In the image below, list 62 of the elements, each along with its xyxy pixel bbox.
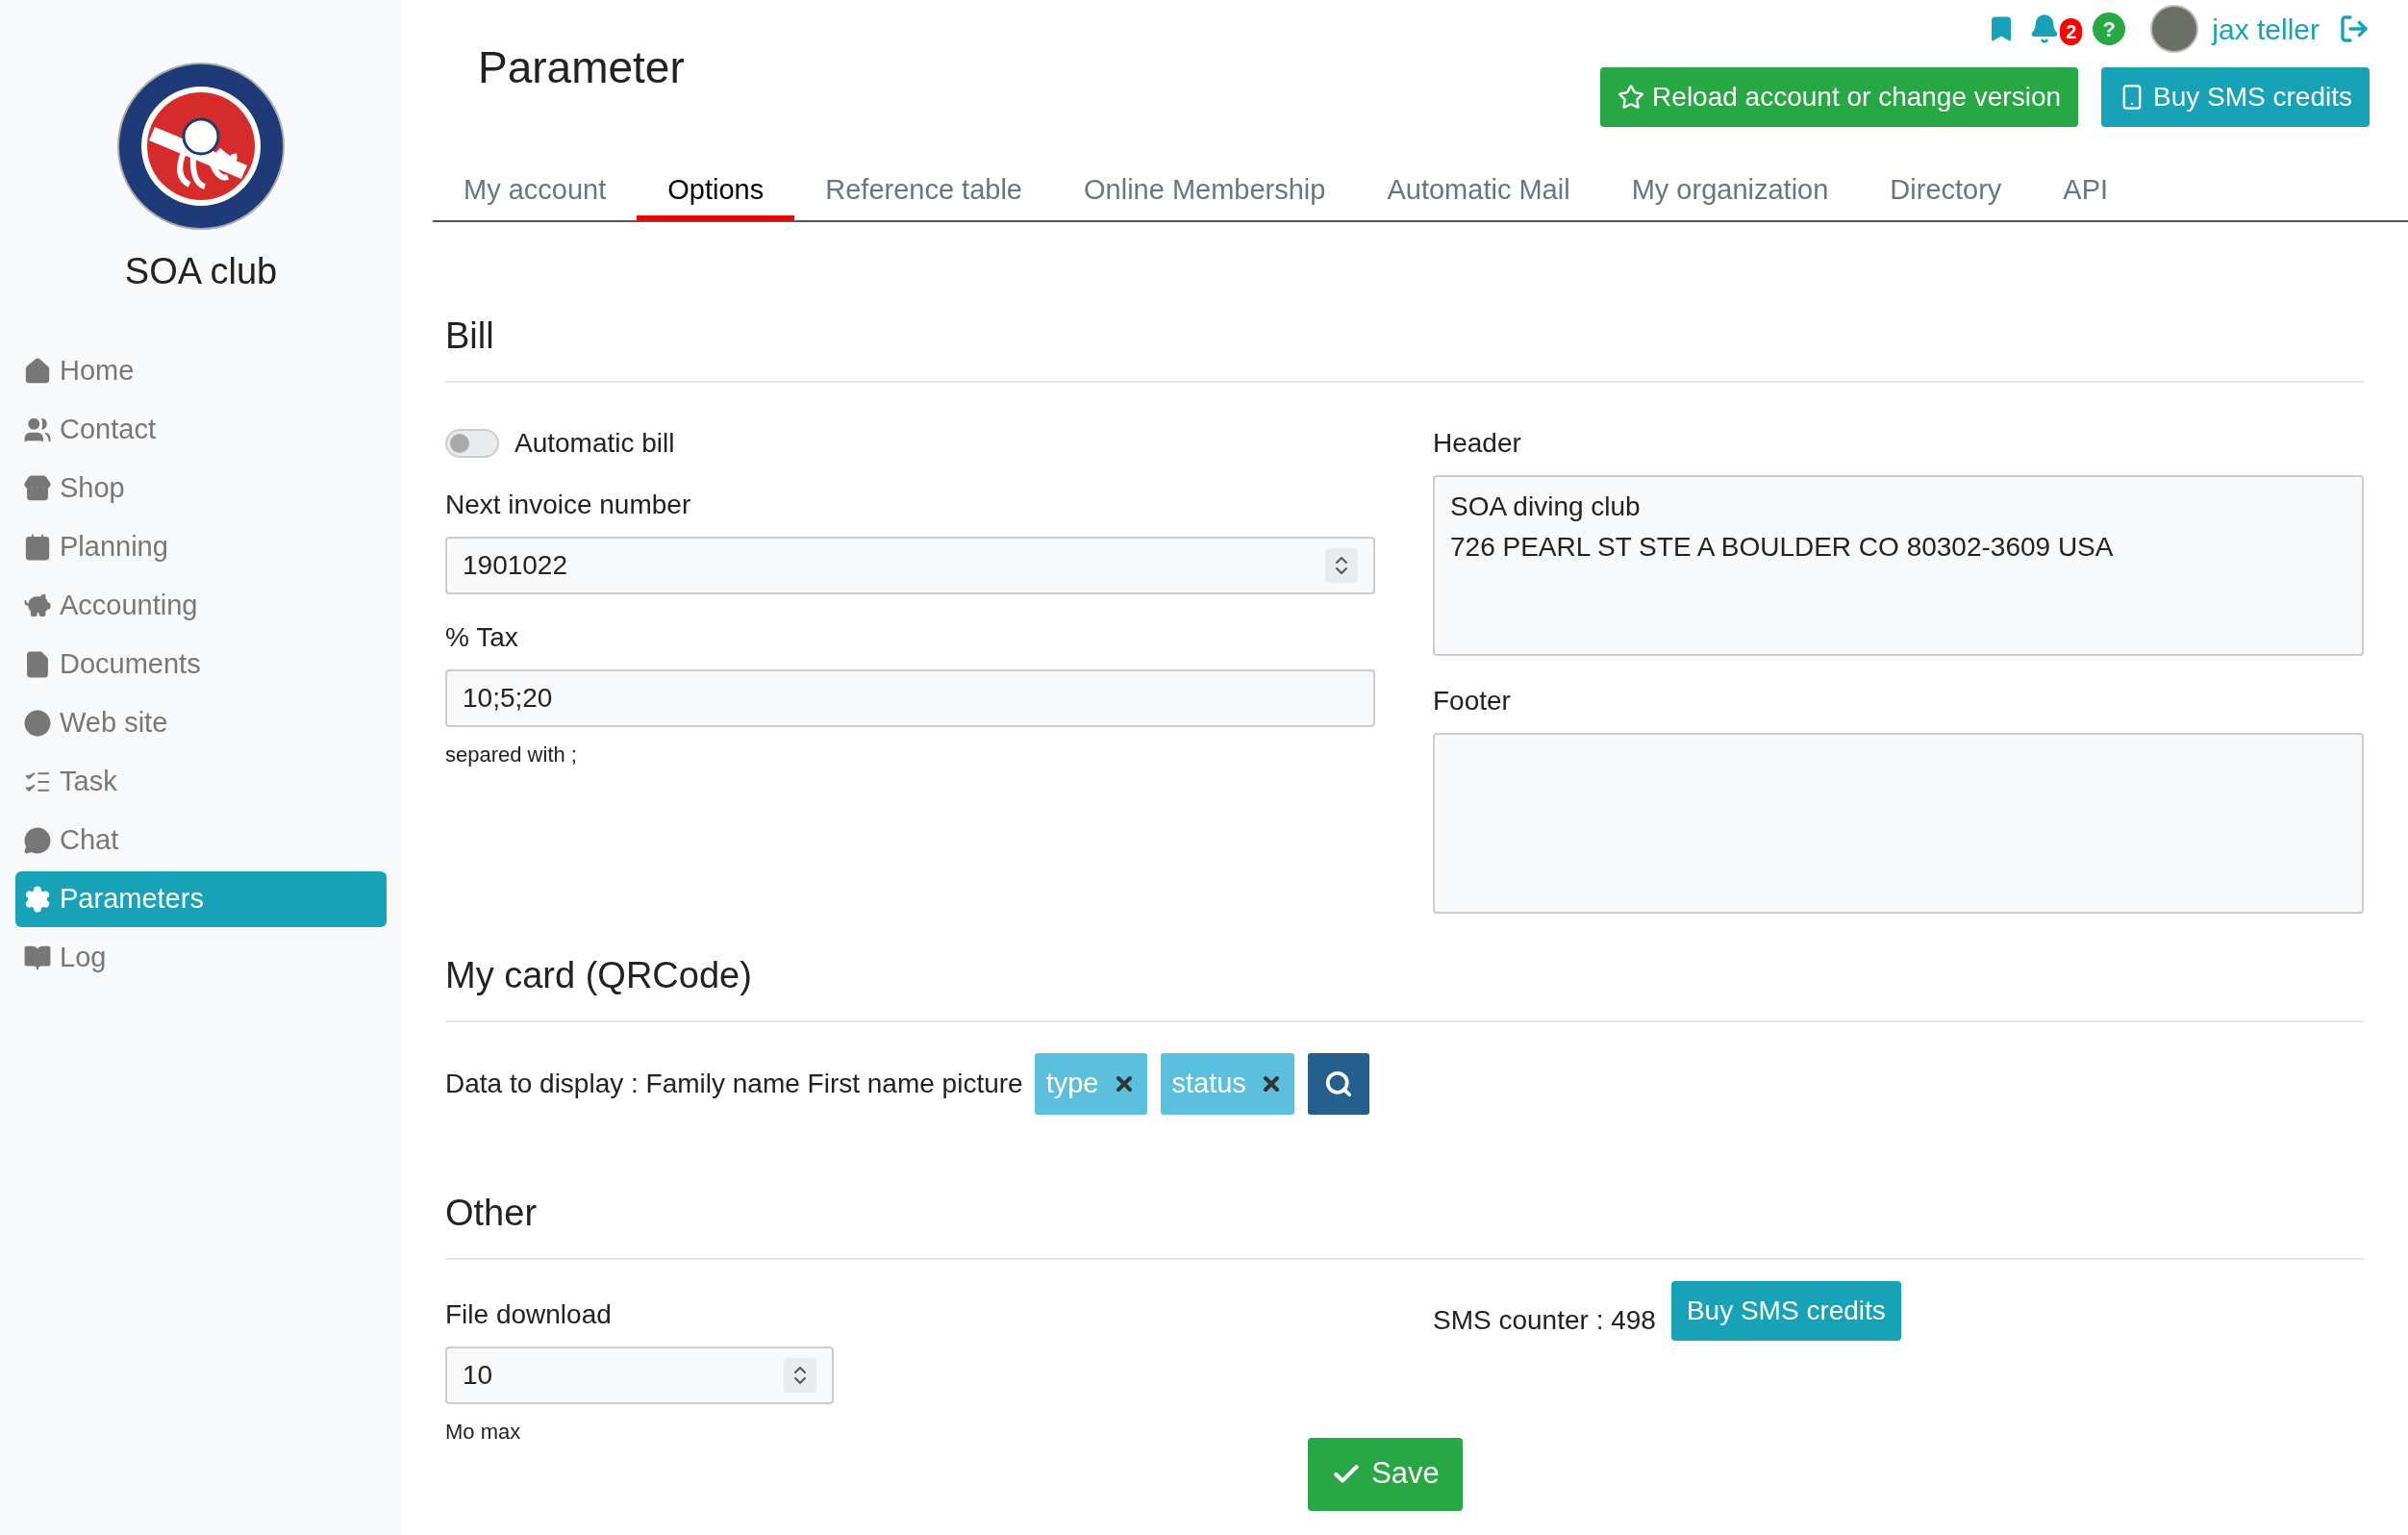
club-name: SOA club	[124, 250, 278, 293]
number-field[interactable]: 10	[445, 1346, 834, 1404]
sidebar-item[interactable]: Accounting	[15, 578, 387, 634]
tab[interactable]: My organization	[1600, 169, 1860, 220]
tag: status	[1160, 1052, 1294, 1115]
notification-badge: 2	[2060, 18, 2083, 45]
book-icon	[23, 944, 52, 972]
save-button[interactable]: Save	[1308, 1437, 1463, 1511]
tab[interactable]: Options	[637, 169, 795, 220]
field-hint: Mo max	[445, 1418, 521, 1446]
section-heading: Bill	[445, 314, 495, 358]
home-icon	[23, 357, 52, 386]
calendar-icon	[23, 533, 52, 562]
buy-sms-button[interactable]: Buy SMS credits	[1670, 1280, 1901, 1341]
tab[interactable]: Directory	[1859, 169, 2033, 220]
text-field[interactable]: 10;5;20	[445, 668, 1375, 727]
field-hint: separed with ;	[445, 741, 578, 768]
header-textarea[interactable]: SOA diving club 726 PEARL ST STE A BOULDER CO 80302-3609 USA	[1433, 474, 2364, 656]
user-avatar[interactable]	[2150, 5, 2199, 53]
spinner-icon[interactable]	[784, 1357, 816, 1393]
field-label: % Tax	[445, 620, 519, 654]
tab[interactable]: Reference table	[794, 169, 1053, 220]
toggle-label: Automatic bill	[514, 426, 675, 460]
field-label: Header	[1433, 426, 1522, 460]
sidebar-item[interactable]: Documents	[15, 637, 387, 692]
page-title: Parameter	[478, 41, 685, 94]
sidebar-item[interactable]: Log	[15, 930, 387, 986]
sidebar-item[interactable]: Task	[15, 754, 387, 810]
sidebar-item[interactable]: Shop	[15, 461, 387, 516]
section-heading: Other	[445, 1191, 539, 1235]
sidebar-item[interactable]: Planning	[15, 519, 387, 575]
section-heading: My card (QRCode)	[445, 953, 753, 997]
tab[interactable]: My account	[433, 169, 638, 220]
tab[interactable]: API	[2032, 169, 2140, 220]
sidebar-item[interactable]: Web site	[15, 695, 387, 751]
toggle-switch[interactable]	[445, 428, 499, 458]
store-icon	[23, 474, 52, 503]
settings-icon	[23, 885, 52, 914]
sms-counter: SMS counter : 498	[1433, 1303, 1656, 1337]
spinner-icon[interactable]	[1325, 547, 1358, 583]
user-name[interactable]: jax teller	[2212, 7, 2320, 51]
tab[interactable]: Online Membership	[1053, 169, 1357, 220]
search-icon	[1323, 1069, 1353, 1098]
tab[interactable]: Automatic Mail	[1356, 169, 1601, 220]
number-field[interactable]: 1901022	[445, 536, 1375, 594]
tag: type	[1034, 1052, 1147, 1115]
buy-sms-button[interactable]: Buy SMS credits	[2101, 67, 2370, 127]
field-label: Footer	[1433, 684, 1512, 717]
data-display-label: Data to display : Family name First name picture	[445, 1067, 1023, 1100]
users-icon	[23, 415, 52, 444]
help-badge[interactable]: ?	[2093, 13, 2126, 45]
star-icon	[1618, 84, 1645, 111]
search-button[interactable]	[1307, 1052, 1369, 1115]
sidebar-item[interactable]: Chat	[15, 813, 387, 868]
field-label: File download	[445, 1297, 613, 1331]
sidebar-item[interactable]: Contact	[15, 402, 387, 458]
reload-button[interactable]: Reload account or change version	[1600, 67, 2079, 127]
sidebar-item[interactable]: Home	[15, 343, 387, 399]
field-label: Next invoice number	[445, 488, 692, 521]
logout-icon[interactable]	[2339, 13, 2370, 44]
speech-bubble-icon	[23, 826, 52, 855]
sidebar-item[interactable]: Parameters	[15, 871, 387, 927]
